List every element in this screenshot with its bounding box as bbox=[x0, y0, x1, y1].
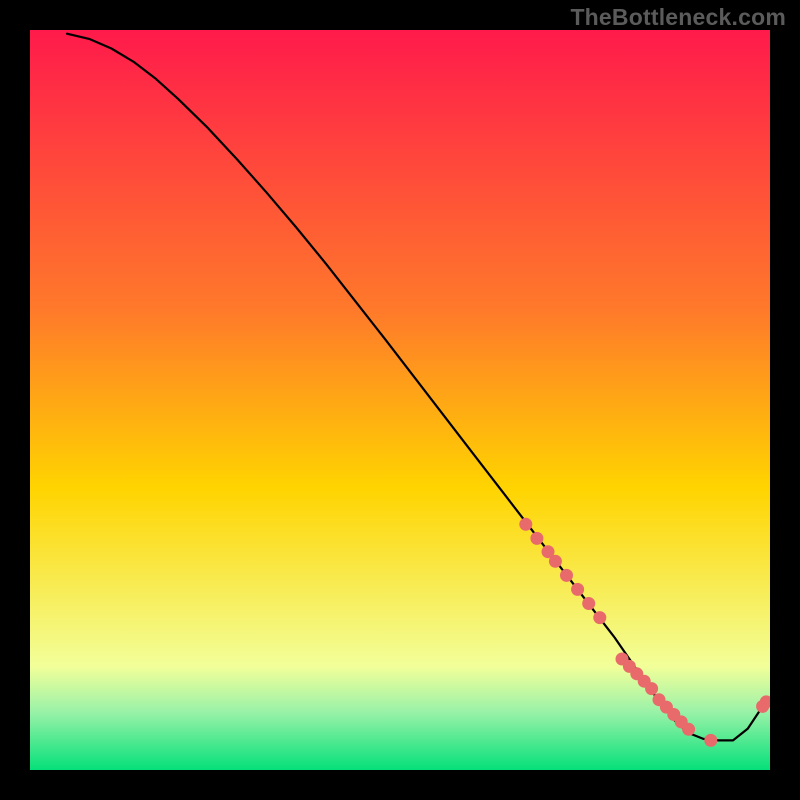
marker-dot bbox=[519, 518, 532, 531]
marker-dot bbox=[530, 532, 543, 545]
chart-stage: TheBottleneck.com bbox=[0, 0, 800, 800]
marker-dot bbox=[560, 569, 573, 582]
marker-dot bbox=[704, 734, 717, 747]
marker-dot bbox=[593, 611, 606, 624]
marker-dot bbox=[682, 723, 695, 736]
plot-area bbox=[30, 30, 770, 770]
marker-dot bbox=[582, 597, 595, 610]
watermark-label: TheBottleneck.com bbox=[570, 4, 786, 31]
chart-svg bbox=[30, 30, 770, 770]
marker-dot bbox=[549, 555, 562, 568]
marker-dot bbox=[645, 682, 658, 695]
marker-dot bbox=[571, 583, 584, 596]
